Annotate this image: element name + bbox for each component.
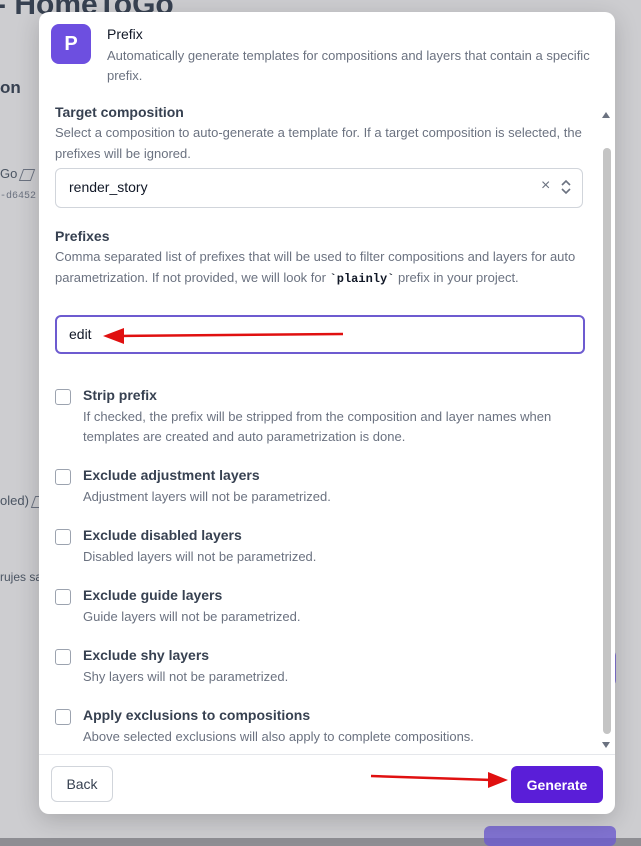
target-composition-label: Target composition (55, 104, 184, 120)
option-label: Apply exclusions to compositions (83, 707, 311, 723)
target-composition-help: Select a composition to auto-generate a … (55, 125, 582, 161)
scrollbar-thumb[interactable] (603, 148, 611, 734)
exclude-shy-checkbox[interactable] (55, 649, 71, 665)
background-item-name: Go (0, 166, 36, 181)
generate-button[interactable]: Generate (511, 766, 603, 803)
prefixes-help: Comma separated list of prefixes that wi… (55, 246, 585, 290)
clear-icon[interactable]: × (541, 177, 550, 195)
prefixes-label: Prefixes (55, 228, 110, 244)
option-help: Disabled layers will not be parametrized… (83, 549, 317, 564)
target-composition-value: render_story (69, 179, 148, 195)
prefix-modal: P Prefix Automatically generate template… (39, 12, 615, 814)
prefixes-input-value: edit (69, 326, 92, 342)
option-help: Shy layers will not be parametrized. (83, 669, 289, 684)
option-label: Exclude disabled layers (83, 527, 242, 543)
chevron-up-down-icon[interactable] (559, 177, 573, 197)
modal-scroll-area[interactable]: Target composition Select a composition … (39, 104, 615, 754)
back-button[interactable]: Back (51, 766, 113, 802)
prefixes-section: Prefixes Comma separated list of prefixe… (55, 228, 585, 290)
modal-description: Automatically generate templates for com… (107, 48, 590, 83)
background-section: on (0, 78, 21, 97)
modal-header: P Prefix Automatically generate template… (51, 24, 603, 98)
prefixes-help-code: `plainly` (329, 272, 395, 286)
option-help: If checked, the prefix will be stripped … (83, 409, 552, 444)
background-button (484, 826, 616, 846)
background-item-id: -d6452 (0, 191, 37, 202)
option-help: Guide layers will not be parametrized. (83, 609, 301, 624)
option-label: Strip prefix (83, 387, 157, 403)
target-composition-section: Target composition Select a composition … (55, 104, 585, 164)
option-label: Exclude guide layers (83, 587, 223, 603)
target-composition-select[interactable]: render_story × (55, 168, 583, 208)
exclude-guide-checkbox[interactable] (55, 589, 71, 605)
prefixes-help-text-end: prefix in your project. (394, 270, 519, 285)
background-item-disabled-text: oled) (0, 493, 29, 508)
exclude-adjustment-checkbox[interactable] (55, 469, 71, 485)
prefix-avatar-icon: P (51, 24, 91, 64)
modal-footer: Back Generate (39, 754, 615, 815)
strip-prefix-checkbox[interactable] (55, 389, 71, 405)
scroll-up-arrow-icon[interactable] (602, 112, 610, 118)
option-label: Exclude shy layers (83, 647, 210, 663)
modal-title: Prefix (107, 26, 143, 42)
background-item-note: rujes sa (0, 570, 43, 584)
scroll-down-arrow-icon[interactable] (602, 742, 610, 748)
apply-exclusions-checkbox[interactable] (55, 709, 71, 725)
pencil-icon (19, 168, 36, 181)
option-help: Adjustment layers will not be parametriz… (83, 489, 331, 504)
prefixes-input[interactable]: edit (55, 315, 585, 354)
scrollbar[interactable] (601, 108, 613, 754)
background-item-name-text: Go (0, 166, 18, 181)
option-label: Exclude adjustment layers (83, 467, 260, 483)
option-help: Above selected exclusions will also appl… (83, 729, 474, 744)
exclude-disabled-checkbox[interactable] (55, 529, 71, 545)
